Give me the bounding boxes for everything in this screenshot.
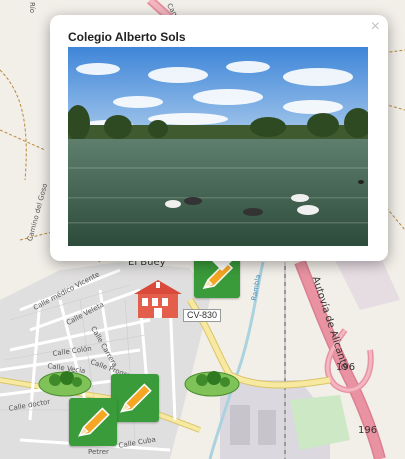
park-icon bbox=[184, 371, 240, 397]
street-label-petrer: Petrer bbox=[88, 448, 109, 456]
pencil-icon bbox=[78, 407, 110, 437]
highway-number-label: 196 bbox=[336, 362, 356, 373]
park-icon bbox=[38, 371, 92, 397]
rio-label: Río bbox=[28, 2, 36, 14]
highway-number-label-2: 196 bbox=[358, 425, 378, 436]
close-icon[interactable]: × bbox=[371, 19, 380, 35]
school-icon bbox=[134, 280, 182, 318]
edit-marker-2[interactable] bbox=[111, 374, 159, 422]
park-marker-2[interactable] bbox=[183, 366, 241, 398]
popup-title: Colegio Alberto Sols bbox=[68, 30, 186, 44]
school-marker[interactable] bbox=[130, 278, 186, 320]
road-shield-cv830: CV-830 bbox=[183, 309, 222, 322]
lake-photo[interactable] bbox=[68, 47, 368, 246]
info-popup: × Colegio Alberto Sols bbox=[50, 15, 388, 261]
edit-marker-3[interactable] bbox=[69, 398, 117, 446]
pencil-icon bbox=[120, 383, 152, 413]
park-marker-1[interactable] bbox=[37, 366, 93, 398]
